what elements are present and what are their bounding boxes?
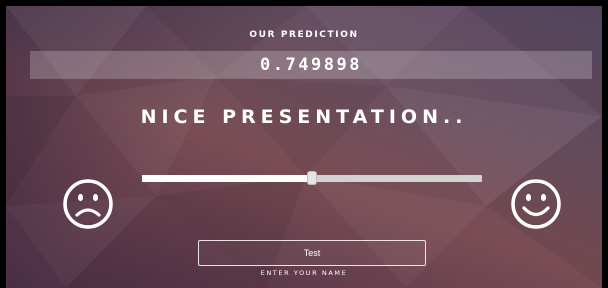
happy-face-icon[interactable]	[510, 178, 562, 230]
prediction-headline: NICE PRESENTATION..	[140, 106, 468, 128]
app-frame: OUR PREDICTION 0.749898 NICE PRESENTATIO…	[6, 6, 602, 288]
name-input[interactable]: Test	[198, 240, 426, 266]
slider-fill	[142, 175, 312, 182]
sad-face-icon[interactable]	[62, 178, 114, 230]
name-input-label: ENTER YOUR NAME	[260, 269, 348, 277]
prediction-score-value: 0.749898	[260, 55, 362, 75]
prediction-score: 0.749898	[30, 51, 592, 79]
slider-thumb[interactable]	[307, 171, 317, 185]
prediction-title: OUR PREDICTION	[249, 30, 359, 40]
rating-slider[interactable]	[142, 169, 482, 187]
